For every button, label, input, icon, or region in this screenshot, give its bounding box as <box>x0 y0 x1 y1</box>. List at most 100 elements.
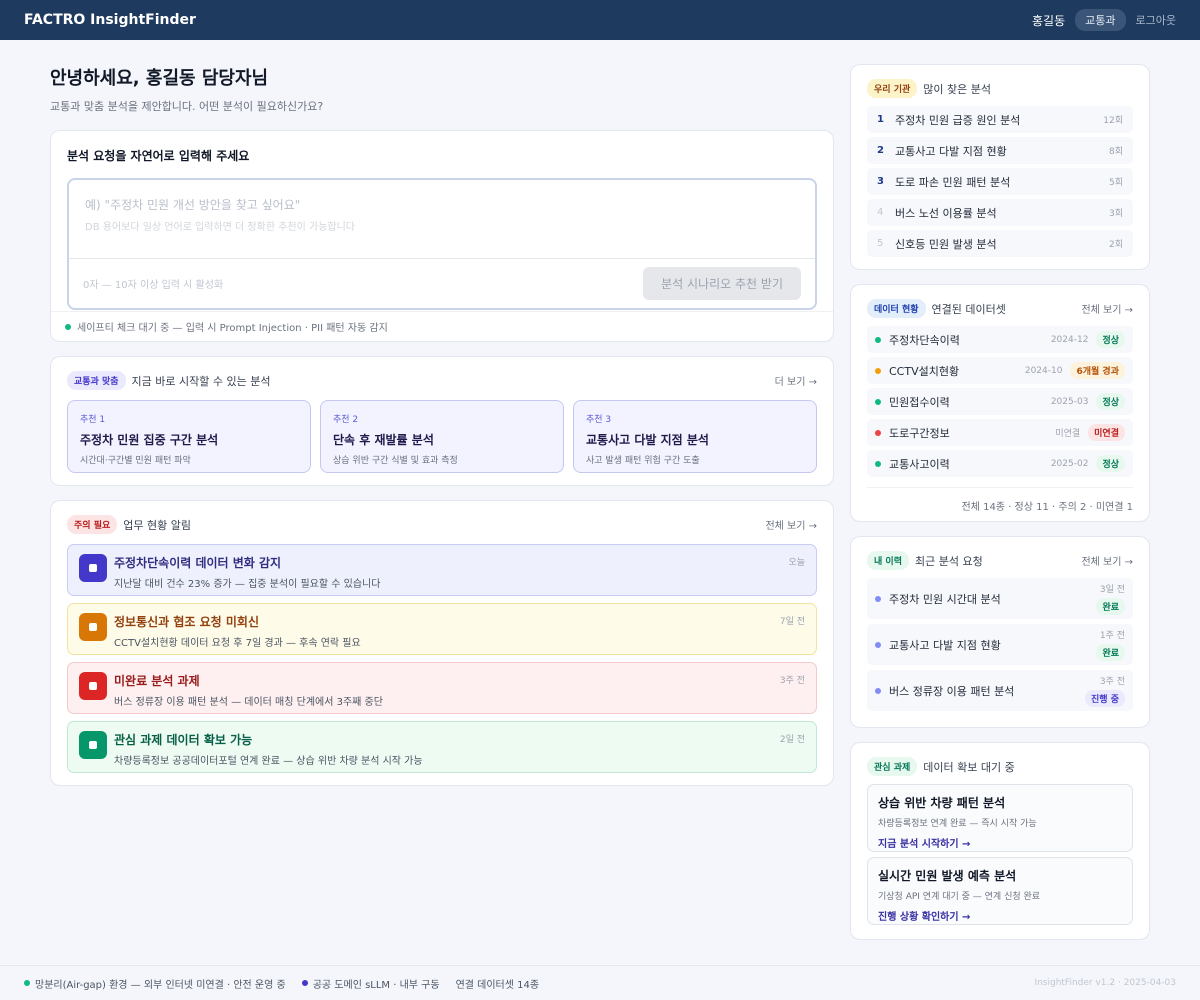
status-badge: 미연결 <box>1088 424 1125 441</box>
dataset-name: 교통사고이력 <box>889 457 950 471</box>
alert-item[interactable]: 주정차단속이력 데이터 변화 감지 지난달 대비 건수 23% 증가 — 집중 … <box>67 544 817 596</box>
history-list: 주정차 민원 시간대 분석 3일 전 완료 교통사고 다발 지점 현황 1주 전… <box>867 578 1133 711</box>
alert-item[interactable]: 관심 과제 데이터 확보 가능 차량등록정보 공공데이터포털 연계 완료 — 상… <box>67 721 817 773</box>
alerts-pill: 주의 필요 <box>67 515 118 534</box>
bullet-icon <box>875 641 881 648</box>
history-item[interactable]: 버스 정류장 이용 패턴 분석 3주 전 진행 중 <box>867 670 1133 711</box>
recommendation-title: 지금 바로 시작할 수 있는 분석 <box>131 374 271 388</box>
app-brand[interactable]: FACTRO InsightFinder <box>24 12 196 28</box>
popular-item-title: 도로 파손 민원 패턴 분석 <box>895 175 1011 189</box>
status-dot-icon <box>875 460 881 467</box>
alert-time: 3주 전 <box>779 676 805 686</box>
interest-item-title: 실시간 민원 발생 예측 분석 <box>878 869 1017 883</box>
request-placeholder: 예) "주정차 민원 개선 방안을 찾고 싶어요" <box>85 198 301 212</box>
alert-icon <box>79 672 107 700</box>
airgap-text: 망분리(Air-gap) 환경 — 외부 인터넷 미연결 · 안전 운영 중 <box>35 979 286 991</box>
dataset-item[interactable]: 주정차단속이력 2024-12 정상 <box>867 326 1133 353</box>
alert-title: 관심 과제 데이터 확보 가능 <box>114 733 253 747</box>
popular-item[interactable]: 2 교통사고 다발 지점 현황 8회 <box>867 137 1133 164</box>
alerts-card: 주의 필요 업무 현황 알림 전체 보기 → 주정차단속이력 데이터 변화 감지… <box>50 500 834 786</box>
rank-number: 4 <box>877 207 884 218</box>
datasets-card: 데이터 현황 연결된 데이터셋 전체 보기 → 주정차단속이력 2024-12 … <box>850 284 1150 522</box>
alert-description: 버스 정류장 이용 패턴 분석 — 데이터 매칭 단계에서 3주째 중단 <box>114 697 383 708</box>
alert-title: 정보통신과 협조 요청 미회신 <box>114 615 260 629</box>
alert-item[interactable]: 미완료 분석 과제 버스 정류장 이용 패턴 분석 — 데이터 매칭 단계에서 … <box>67 662 817 714</box>
dataset-summary: 전체 14종 · 정상 11 · 주의 2 · 미연결 1 <box>867 487 1133 513</box>
dataset-item[interactable]: 도로구간정보 미연결 미연결 <box>867 419 1133 446</box>
llm-text: 공공 도메인 sLLM · 내부 구동 <box>312 979 440 991</box>
version-info: InsightFinder v1.2 · 2025-04-03 <box>1034 978 1176 988</box>
datasets-pill: 데이터 현황 <box>867 299 926 318</box>
history-pill: 내 이력 <box>867 551 909 570</box>
dataset-item[interactable]: 교통사고이력 2025-02 정상 <box>867 450 1133 477</box>
dataset-count: 연결 데이터셋 14종 <box>455 979 540 991</box>
dataset-item[interactable]: 민원접수이력 2025-03 정상 <box>867 388 1133 415</box>
alert-icon <box>79 554 107 582</box>
popular-item[interactable]: 4 버스 노선 이용률 분석 3회 <box>867 199 1133 226</box>
alert-time: 오늘 <box>788 558 805 568</box>
alert-description: CCTV설치현황 데이터 요청 후 7일 경과 — 후속 연락 필요 <box>114 638 361 649</box>
recommend-scenario-button[interactable]: 분석 시나리오 추천 받기 <box>643 267 801 300</box>
dataset-date: 2025-03 <box>1050 396 1089 407</box>
interest-list: 상습 위반 차량 패턴 분석 차량등록정보 연계 완료 — 즉시 시작 가능 지… <box>867 784 1133 925</box>
rank-number: 3 <box>877 176 884 187</box>
interest-title: 데이터 확보 대기 중 <box>923 760 1015 774</box>
bullet-icon <box>875 595 881 602</box>
popular-item-count: 2회 <box>1108 240 1123 250</box>
rank-number: 2 <box>877 145 884 156</box>
greeting-title: 안녕하세요, 홍길동 담당자님 <box>50 68 269 89</box>
recommendation-header: 교통과 맞춤 지금 바로 시작할 수 있는 분석 더 보기 → <box>67 371 817 390</box>
recommendation-item-sub: 상습 위반 구간 식별 및 효과 측정 <box>333 456 458 466</box>
recommendation-item[interactable]: 추천 3 교통사고 다발 지점 분석 사고 발생 패턴 위험 구간 도출 <box>573 400 817 473</box>
recommendation-more-link[interactable]: 더 보기 → <box>775 373 817 388</box>
top-bar: FACTRO InsightFinder 홍길동 교통과 로그아웃 <box>0 0 1200 40</box>
status-badge: 완료 <box>1096 598 1125 615</box>
popular-title: 많이 찾은 분석 <box>923 82 991 96</box>
status-dot-icon <box>875 336 881 343</box>
recommendation-item-title: 교통사고 다발 지점 분석 <box>586 433 709 447</box>
start-analysis-link[interactable]: 지금 분석 시작하기 → <box>878 835 1122 850</box>
history-view-all-link[interactable]: 전체 보기 → <box>1081 553 1133 568</box>
check-progress-link[interactable]: 진행 상황 확인하기 → <box>878 908 1122 923</box>
recommendation-item-sub: 사고 발생 패턴 위험 구간 도출 <box>586 456 700 466</box>
popular-item-title: 신호등 민원 발생 분석 <box>895 237 997 251</box>
history-item-title: 버스 정류장 이용 패턴 분석 <box>889 684 1015 698</box>
alerts-view-all-link[interactable]: 전체 보기 → <box>765 517 817 532</box>
popular-list: 1 주정차 민원 급증 원인 분석 12회 2 교통사고 다발 지점 현황 8회… <box>867 106 1133 257</box>
recommendation-item-sub: 시간대·구간별 민원 패턴 파악 <box>80 456 191 466</box>
status-dot-icon <box>24 980 30 986</box>
history-item[interactable]: 교통사고 다발 지점 현황 1주 전 완료 <box>867 624 1133 665</box>
safety-check-text: 세이프티 체크 대기 중 — 입력 시 Prompt Injection · P… <box>77 323 388 334</box>
alert-list: 주정차단속이력 데이터 변화 감지 지난달 대비 건수 23% 증가 — 집중 … <box>67 544 817 773</box>
popular-item[interactable]: 5 신호등 민원 발생 분석 2회 <box>867 230 1133 257</box>
datasets-view-all-link[interactable]: 전체 보기 → <box>1081 301 1133 316</box>
alert-item[interactable]: 정보통신과 협조 요청 미회신 CCTV설치현황 데이터 요청 후 7일 경과 … <box>67 603 817 655</box>
history-item-time: 3일 전 <box>1099 585 1125 595</box>
logout-link[interactable]: 로그아웃 <box>1136 12 1176 28</box>
alert-description: 지난달 대비 건수 23% 증가 — 집중 분석이 필요할 수 있습니다 <box>114 579 381 590</box>
history-item-title: 주정차 민원 시간대 분석 <box>889 592 1001 606</box>
status-badge: 진행 중 <box>1085 690 1125 707</box>
request-input[interactable]: 예) "주정차 민원 개선 방안을 찾고 싶어요" DB 용어보다 일상 언어로… <box>67 178 817 310</box>
alert-description: 차량등록정보 공공데이터포털 연계 완료 — 상습 위반 차량 분석 시작 가능 <box>114 756 423 767</box>
popular-item[interactable]: 1 주정차 민원 급증 원인 분석 12회 <box>867 106 1133 133</box>
recommendation-item[interactable]: 추천 2 단속 후 재발률 분석 상습 위반 구간 식별 및 효과 측정 <box>320 400 564 473</box>
dataset-item[interactable]: CCTV설치현황 2024-10 6개월 경과 <box>867 357 1133 384</box>
alert-title: 미완료 분석 과제 <box>114 674 200 688</box>
history-item-time: 3주 전 <box>1099 677 1125 687</box>
recommendation-item[interactable]: 추천 1 주정차 민원 집중 구간 분석 시간대·구간별 민원 패턴 파악 <box>67 400 311 473</box>
dataset-date: 2025-02 <box>1050 458 1089 469</box>
dataset-name: 도로구간정보 <box>889 426 950 440</box>
history-item[interactable]: 주정차 민원 시간대 분석 3일 전 완료 <box>867 578 1133 619</box>
popular-item-count: 3회 <box>1108 209 1123 219</box>
request-hint: DB 용어보다 일상 언어로 입력하면 더 정확한 추천이 가능합니다 <box>85 222 355 233</box>
popular-item[interactable]: 3 도로 파손 민원 패턴 분석 5회 <box>867 168 1133 195</box>
recommendation-label: 추천 3 <box>586 415 612 425</box>
dataset-date: 2024-12 <box>1050 334 1089 345</box>
dataset-name: CCTV설치현황 <box>889 364 960 378</box>
interest-header: 관심 과제 데이터 확보 대기 중 <box>867 757 1133 776</box>
alert-time: 7일 전 <box>779 617 805 627</box>
recommendation-label: 추천 2 <box>333 415 359 425</box>
recommendation-item-title: 주정차 민원 집중 구간 분석 <box>80 433 219 447</box>
interest-item-sub: 기상청 API 연계 대기 중 — 연계 신청 완료 <box>878 892 1041 902</box>
